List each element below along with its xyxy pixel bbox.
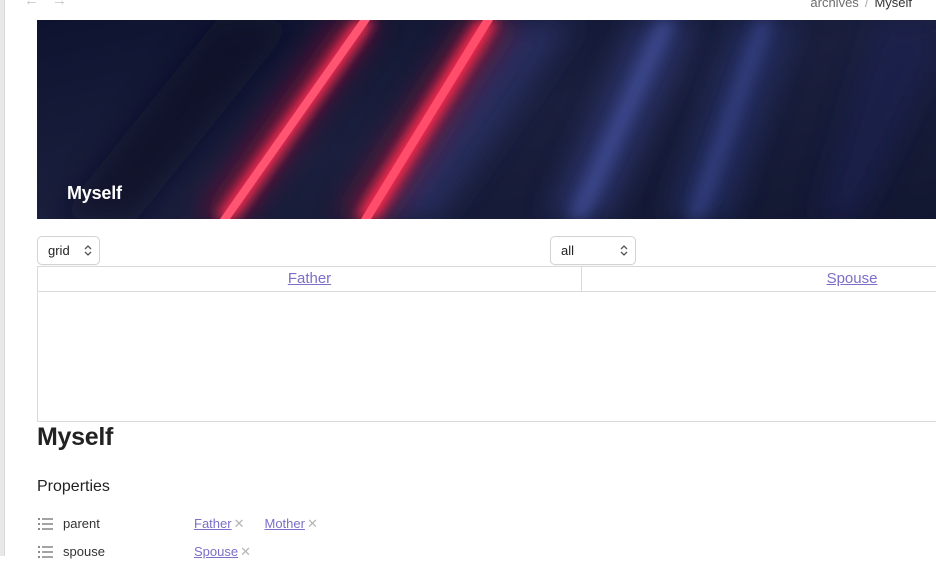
property-name: parent <box>63 516 100 531</box>
property-name: spouse <box>63 544 105 559</box>
relation-tabs: Father Spouse <box>37 266 936 292</box>
property-values: Father ✕ Mother ✕ <box>194 516 338 532</box>
cover-banner: Myself <box>37 20 936 219</box>
banner-title: Myself <box>67 183 122 203</box>
chevron-updown-icon <box>84 245 92 256</box>
filter-select[interactable]: all <box>550 236 636 265</box>
filter-select-value: all <box>561 243 575 258</box>
property-values: Spouse ✕ <box>194 544 271 560</box>
tab-spouse[interactable]: Spouse <box>582 267 936 291</box>
value-chip: Father ✕ <box>194 516 244 532</box>
tab-spouse-link[interactable]: Spouse <box>827 270 878 287</box>
value-chip: Spouse ✕ <box>194 544 251 560</box>
list-icon <box>38 546 53 558</box>
properties-heading: Properties <box>37 478 110 495</box>
page-title: Myself <box>37 423 114 451</box>
breadcrumb-parent[interactable]: archives <box>810 0 858 10</box>
grid-canvas[interactable] <box>37 292 936 422</box>
remove-icon[interactable]: ✕ <box>240 544 251 559</box>
view-select[interactable]: grid <box>37 236 100 265</box>
remove-icon[interactable]: ✕ <box>307 516 318 531</box>
property-row-parent: parent Father ✕ Mother ✕ <box>37 514 917 536</box>
breadcrumb: archives / Myself <box>810 0 912 10</box>
tab-father[interactable]: Father <box>38 267 581 291</box>
view-select-value: grid <box>48 243 70 258</box>
value-link[interactable]: Father <box>194 516 232 531</box>
breadcrumb-separator: / <box>864 0 869 10</box>
banner-artwork <box>37 20 936 219</box>
value-chip: Mother ✕ <box>264 516 317 532</box>
list-icon <box>38 518 53 530</box>
forward-arrow-icon[interactable]: → <box>52 0 68 8</box>
value-link[interactable]: Spouse <box>194 544 238 559</box>
left-rail <box>0 0 5 556</box>
back-arrow-icon[interactable]: ← <box>24 0 40 8</box>
value-link[interactable]: Mother <box>264 516 304 531</box>
chevron-updown-icon <box>620 245 628 256</box>
breadcrumb-current: Myself <box>874 0 912 10</box>
remove-icon[interactable]: ✕ <box>234 516 245 531</box>
property-row-spouse: spouse Spouse ✕ <box>37 542 917 564</box>
tab-father-link[interactable]: Father <box>288 270 331 287</box>
